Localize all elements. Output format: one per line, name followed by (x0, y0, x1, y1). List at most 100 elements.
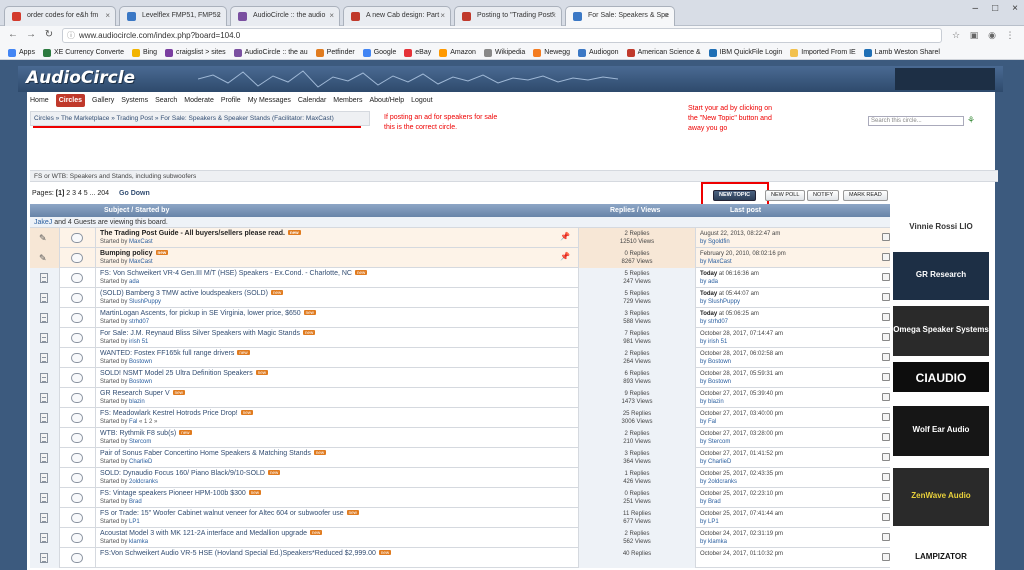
breadcrumb[interactable]: Circles » The Marketplace » Trading Post… (30, 111, 370, 126)
new-badge[interactable]: new (302, 330, 316, 335)
mark-read-button[interactable]: MARK READ (843, 190, 888, 201)
new-badge[interactable]: new (270, 290, 284, 295)
topic-title-link[interactable]: SOLD! NSMT Model 25 Ultra Definition Spe… (100, 370, 269, 377)
table-row[interactable]: Acoustat Model 3 with MK 121-2A interfac… (30, 528, 890, 548)
go-to-last-post-icon[interactable] (882, 253, 890, 261)
menu-gallery[interactable]: Gallery (92, 94, 114, 107)
bookmark-item[interactable]: AudioCircle :: the au (232, 46, 314, 59)
new-badge[interactable]: new (240, 410, 253, 415)
starter-link[interactable]: blazin (129, 399, 145, 405)
go-to-last-post-icon[interactable] (882, 453, 890, 461)
topic-title-link[interactable]: GR Research Super Vnew (100, 390, 185, 397)
bookmark-item[interactable]: Wikipedia (482, 46, 531, 59)
starter-link[interactable]: MaxCast (129, 239, 153, 245)
bookmark-item[interactable]: Lamb Weston Sharel (862, 46, 946, 59)
viewing-user-link[interactable]: JakeJ (34, 219, 52, 226)
menu-members[interactable]: Members (333, 94, 362, 107)
new-badge[interactable]: new (287, 230, 301, 235)
go-to-last-post-icon[interactable] (882, 513, 890, 521)
last-post-author[interactable]: by LP1 (700, 518, 890, 526)
topic-title[interactable]: SOLD: Dynaudio Focus 160/ Piano Black/9/… (100, 470, 265, 477)
topic-title[interactable]: SOLD! NSMT Model 25 Ultra Definition Spe… (100, 370, 253, 377)
menu-profile[interactable]: Profile (221, 94, 241, 107)
topic-title[interactable]: FS: Meadowlark Kestrel Hotrods Price Dro… (100, 410, 238, 417)
topic-title-link[interactable]: Bumping policy new (100, 250, 169, 257)
browser-tab[interactable]: order codes for e&h fm × (4, 6, 116, 26)
go-to-last-post-icon[interactable] (882, 373, 890, 381)
topic-title-link[interactable]: FS:Von Schweikert Audio VR-5 HSE (Hovlan… (100, 550, 392, 557)
topic-title-link[interactable]: FS: Vintage speakers Pioneer HPM-100b $3… (100, 490, 262, 497)
last-post-author[interactable]: by Stercom (700, 438, 890, 446)
starter-link[interactable]: SlushPuppy (129, 299, 161, 305)
table-row[interactable]: FS: Vintage speakers Pioneer HPM-100b $3… (30, 488, 890, 508)
replies-header[interactable]: Replies / Views (610, 204, 660, 217)
new-badge[interactable]: new (378, 550, 392, 555)
topic-title[interactable]: GR Research Super V (100, 390, 170, 397)
close-window-icon[interactable]: × (1012, 0, 1018, 20)
close-tab-icon[interactable]: × (329, 7, 334, 25)
topic-title[interactable]: Pair of Sonus Faber Concertino Home Spea… (100, 450, 311, 457)
go-to-last-post-icon[interactable] (882, 553, 890, 561)
last-post-author[interactable]: by MaxCast (700, 258, 890, 266)
last-post-author[interactable]: by Brad (700, 498, 890, 506)
page-info-icon[interactable]: ⓘ (67, 29, 75, 42)
starter-link[interactable]: 2oldcranks (129, 479, 158, 485)
topic-title-link[interactable]: SOLD: Dynaudio Focus 160/ Piano Black/9/… (100, 470, 281, 477)
bookmark-item[interactable]: Bing (130, 46, 163, 59)
sidebar-ad[interactable]: GR Research (893, 252, 989, 300)
sidebar-ad[interactable]: ZenWave Audio (893, 468, 989, 526)
browser-tab[interactable]: Posting to "Trading Post" × (454, 6, 562, 26)
new-badge[interactable]: new (237, 350, 250, 355)
go-to-last-post-icon[interactable] (882, 413, 890, 421)
close-tab-icon[interactable]: × (664, 7, 669, 25)
table-row[interactable]: FS:Von Schweikert Audio VR-5 HSE (Hovlan… (30, 548, 890, 568)
starter-link[interactable]: Brad (129, 499, 142, 505)
bookmark-item[interactable]: American Science & (625, 46, 707, 59)
menu-icon[interactable]: ⋮ (1004, 29, 1016, 41)
go-to-last-post-icon[interactable] (882, 473, 890, 481)
bookmark-item[interactable]: Amazon (437, 46, 482, 59)
close-tab-icon[interactable]: × (105, 7, 110, 25)
table-row[interactable]: MartinLogan Ascents, for pickup in SE Vi… (30, 308, 890, 328)
sidebar-ad[interactable]: Omega Speaker Systems (893, 306, 989, 356)
topic-title-link[interactable]: For Sale: J.M. Reynaud Bliss Silver Spea… (100, 330, 316, 337)
starter-link[interactable]: Stercom (129, 439, 151, 445)
profile-icon[interactable]: ◉ (986, 29, 998, 41)
table-row[interactable]: FS: Von Schweikert VR-4 Gen.III M/T (HSE… (30, 268, 890, 288)
last-post-author[interactable]: by blazin (700, 398, 890, 406)
new-badge[interactable]: new (255, 370, 269, 375)
topic-title[interactable]: The Trading Post Guide - All buyers/sell… (100, 230, 285, 237)
table-row[interactable]: ✎ The Trading Post Guide - All buyers/sel… (30, 228, 890, 248)
last-post-author[interactable]: by Bostown (700, 378, 890, 386)
go-to-last-post-icon[interactable] (882, 273, 890, 281)
new-badge[interactable]: new (179, 430, 192, 435)
browser-tab[interactable]: Levelflex FMP51, FMP52 × (119, 6, 227, 26)
starter-link[interactable]: MaxCast (129, 259, 153, 265)
topic-title[interactable]: FS: Vintage speakers Pioneer HPM-100b $3… (100, 490, 246, 497)
table-row[interactable]: GR Research Super Vnew Started by blazin 9… (30, 388, 890, 408)
last-post-header[interactable]: Last post (730, 204, 761, 217)
last-post-author[interactable]: by klamka (700, 538, 890, 546)
new-badge[interactable]: new (313, 450, 327, 455)
minimize-icon[interactable]: – (973, 0, 979, 20)
page-links[interactable]: 2 3 4 5 ... 204 (66, 190, 109, 197)
browser-tab[interactable]: AudioCircle :: the audio × (230, 6, 340, 26)
table-row[interactable]: Pair of Sonus Faber Concertino Home Spea… (30, 448, 890, 468)
starter-link[interactable]: Bostown (129, 359, 152, 365)
topic-title[interactable]: For Sale: J.M. Reynaud Bliss Silver Spea… (100, 330, 300, 337)
reload-icon[interactable]: ↻ (42, 28, 56, 42)
new-badge[interactable]: new (248, 490, 262, 495)
menu-search[interactable]: Search (155, 94, 177, 107)
new-badge[interactable]: new (267, 470, 281, 475)
menu-calendar[interactable]: Calendar (298, 94, 326, 107)
table-row[interactable]: SOLD! NSMT Model 25 Ultra Definition Spe… (30, 368, 890, 388)
topic-title-link[interactable]: WTB: Rythmik F8 sub(s) new (100, 430, 192, 437)
topic-title[interactable]: FS: Von Schweikert VR-4 Gen.III M/T (HSE… (100, 270, 352, 277)
topic-title[interactable]: (SOLD) Bamberg 3 TMW active loudspeakers… (100, 290, 268, 297)
starter-link[interactable]: LP1 (129, 519, 140, 525)
maximize-icon[interactable]: □ (992, 0, 998, 20)
bookmark-item[interactable]: IBM QuickFile Login (707, 46, 789, 59)
table-row[interactable]: (SOLD) Bamberg 3 TMW active loudspeakers… (30, 288, 890, 308)
menu-moderate[interactable]: Moderate (184, 94, 214, 107)
new-badge[interactable]: new (346, 510, 359, 515)
